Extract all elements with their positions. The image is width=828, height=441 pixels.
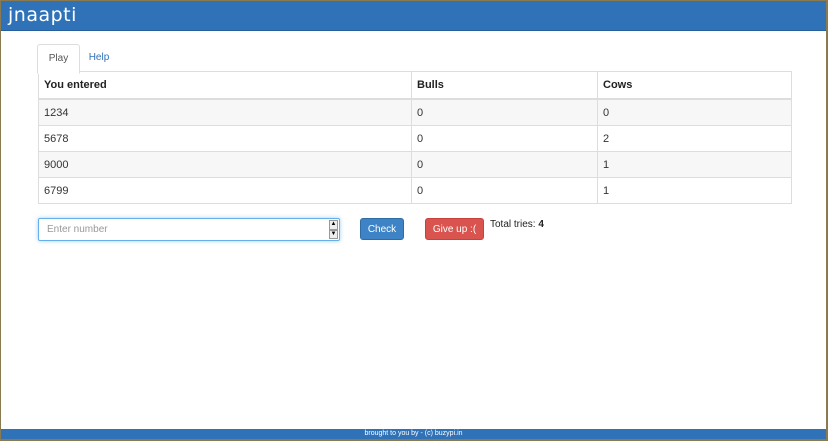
number-input[interactable] — [39, 219, 325, 240]
give-up-button[interactable]: Give up :( — [425, 218, 484, 240]
cell-entered: 6799 — [38, 177, 412, 204]
tab-play[interactable]: Play — [37, 44, 80, 74]
table-row: 6799 0 1 — [38, 177, 792, 204]
results-table: You entered Bulls Cows 1234 0 0 5678 0 2… — [38, 71, 792, 204]
cell-entered: 5678 — [38, 125, 412, 152]
spin-up-icon[interactable]: ▲ — [329, 220, 338, 230]
app-window: jnaapti Play Help You entered Bulls Cows… — [1, 1, 826, 439]
top-navbar: jnaapti — [1, 1, 826, 31]
cell-bulls: 0 — [411, 125, 598, 152]
cell-entered: 9000 — [38, 151, 412, 178]
cell-entered: 1234 — [38, 98, 412, 126]
brand-logo-text[interactable]: jnaapti — [8, 3, 77, 27]
total-tries-label: Total tries: — [490, 219, 539, 230]
table-row: 1234 0 0 — [38, 98, 792, 126]
total-tries: Total tries: 4 — [490, 219, 544, 230]
column-header-cows: Cows — [597, 71, 792, 100]
tab-help[interactable]: Help — [81, 44, 117, 72]
cell-cows: 2 — [597, 125, 792, 152]
cell-cows: 0 — [597, 98, 792, 126]
table-row: 9000 0 1 — [38, 151, 792, 178]
cell-bulls: 0 — [411, 151, 598, 178]
number-input-wrapper: ▲ ▼ — [38, 218, 340, 241]
footer-bar: brought to you by - (c) buzypi.in — [1, 429, 826, 439]
cell-bulls: 0 — [411, 98, 598, 126]
total-tries-count: 4 — [538, 219, 544, 230]
check-button[interactable]: Check — [360, 218, 404, 240]
footer-text: brought to you by - (c) buzypi.in — [364, 430, 463, 437]
column-header-bulls: Bulls — [411, 71, 598, 100]
cell-bulls: 0 — [411, 177, 598, 204]
cell-cows: 1 — [597, 151, 792, 178]
number-spinner: ▲ ▼ — [329, 220, 338, 239]
column-header-entered: You entered — [38, 71, 412, 100]
table-header-row: You entered Bulls Cows — [38, 71, 792, 100]
cell-cows: 1 — [597, 177, 792, 204]
table-row: 5678 0 2 — [38, 125, 792, 152]
spin-down-icon[interactable]: ▼ — [329, 229, 338, 239]
